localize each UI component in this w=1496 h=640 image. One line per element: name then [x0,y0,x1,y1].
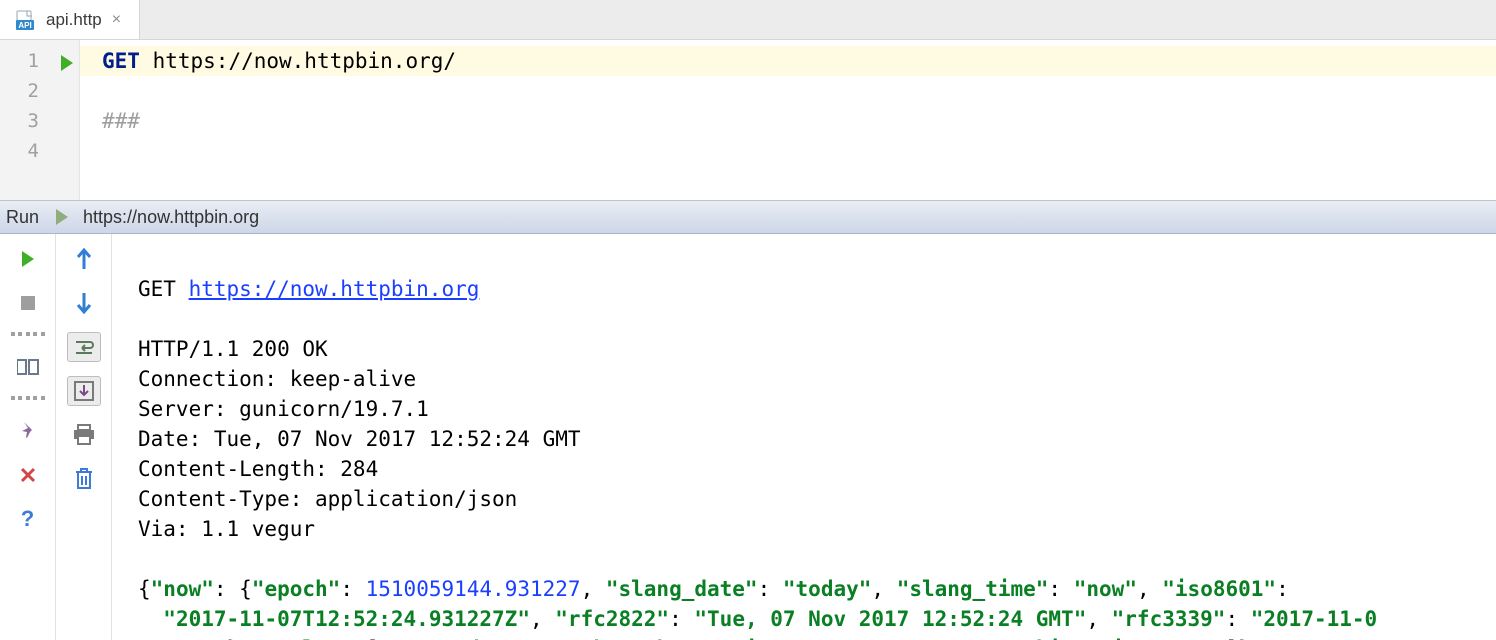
run-toolwindow-body: ? GET https://now.httpbin.org HTTP/1.1 2… [0,234,1496,640]
pin-icon[interactable] [11,416,45,446]
editor-tabbar: API api.http × [0,0,1496,40]
line-number: 1 [28,50,39,72]
scroll-to-end-icon[interactable] [67,376,101,406]
separator [11,332,45,338]
code-line: ### [102,106,1476,136]
close-icon[interactable] [11,460,45,490]
close-icon[interactable]: × [110,11,123,29]
play-icon[interactable] [45,202,79,232]
response-body: {"now": {"epoch": 1510059144.931227, "sl… [138,577,1377,640]
response-header: Via: 1.1 vegur [138,517,315,541]
code-line [102,76,1476,106]
run-icon[interactable] [11,244,45,274]
code-line: GET https://now.httpbin.org/ [80,46,1496,76]
line-number: 4 [28,140,39,162]
request-line: GET https://now.httpbin.org [138,277,479,301]
soft-wrap-icon[interactable] [67,332,101,362]
help-icon[interactable]: ? [11,504,45,534]
response-header: Server: gunicorn/19.7.1 [138,397,429,421]
code-area[interactable]: GET https://now.httpbin.org/ ### [80,40,1496,200]
response-header: Content-Length: 284 [138,457,378,481]
separator [11,396,45,402]
run-target: https://now.httpbin.org [83,207,259,228]
tab-label: api.http [46,10,102,30]
http-url: https://now.httpbin.org/ [153,49,456,73]
response-header: Content-Type: application/json [138,487,517,511]
run-label: Run [6,207,39,228]
print-icon[interactable] [67,420,101,450]
run-actions-primary: ? [0,234,56,640]
request-url-link[interactable]: https://now.httpbin.org [189,277,480,301]
editor-gutter: 1 2 3 4 [0,40,80,200]
http-method: GET [102,49,140,73]
run-actions-secondary [56,234,112,640]
svg-text:API: API [18,21,31,30]
code-editor[interactable]: 1 2 3 4 GET https://now.httpbin.org/ ### [0,40,1496,200]
response-header: Date: Tue, 07 Nov 2017 12:52:24 GMT [138,427,581,451]
stop-icon[interactable] [11,288,45,318]
editor-tab-api-http[interactable]: API api.http × [0,0,140,39]
line-number: 3 [28,110,39,132]
line-number: 2 [28,80,39,102]
http-file-icon: API [16,9,38,31]
arrow-down-icon[interactable] [67,288,101,318]
code-line [102,136,1476,166]
trash-icon[interactable] [67,464,101,494]
arrow-up-icon[interactable] [67,244,101,274]
response-output[interactable]: GET https://now.httpbin.org HTTP/1.1 200… [112,234,1496,640]
response-header: Connection: keep-alive [138,367,416,391]
layout-icon[interactable] [11,352,45,382]
run-toolwindow-header: Run https://now.httpbin.org [0,200,1496,234]
status-line: HTTP/1.1 200 OK [138,337,328,361]
